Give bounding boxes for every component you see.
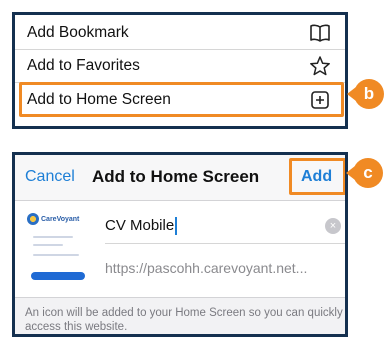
- star-icon: [309, 55, 331, 77]
- thumbnail-text-line: [33, 236, 73, 238]
- plus-square-icon: [309, 89, 331, 111]
- thumbnail-text-line: [33, 254, 79, 256]
- shortcut-form: CareVoyant CV Mobile × https://pascohh.c…: [15, 201, 345, 298]
- thumbnail-button-shape: [31, 272, 85, 280]
- name-field-value: CV Mobile: [105, 217, 175, 234]
- menu-item-add-to-favorites[interactable]: Add to Favorites: [15, 50, 345, 83]
- callout-badge-c: c: [353, 158, 383, 188]
- thumbnail-text-line: [33, 244, 63, 246]
- book-icon: [309, 22, 331, 44]
- callout-badge-b: b: [354, 79, 384, 109]
- carevoyant-logo: CareVoyant: [27, 212, 89, 226]
- info-note: An icon will be added to your Home Scree…: [25, 307, 343, 333]
- cancel-button[interactable]: Cancel: [25, 168, 75, 186]
- menu-item-add-to-home-screen[interactable]: Add to Home Screen: [15, 83, 345, 116]
- page-title: Add to Home Screen: [92, 167, 260, 186]
- menu-item-label: Add to Home Screen: [27, 90, 171, 108]
- menu-item-add-bookmark[interactable]: Add Bookmark: [15, 17, 345, 50]
- name-field[interactable]: CV Mobile ×: [105, 208, 345, 244]
- text-cursor: [175, 216, 177, 235]
- app-thumbnail: CareVoyant: [25, 208, 91, 292]
- add-button[interactable]: Add: [301, 168, 332, 186]
- clear-icon[interactable]: ×: [325, 218, 341, 234]
- navigation-bar: Cancel Add to Home Screen Add: [15, 155, 345, 201]
- logo-mark-icon: [27, 213, 39, 225]
- add-to-home-screen-panel: Cancel Add to Home Screen Add CareVoyant…: [12, 152, 348, 337]
- menu-item-label: Add Bookmark: [27, 24, 129, 41]
- url-label: https://pascohh.carevoyant.net...: [105, 260, 308, 276]
- logo-text: CareVoyant: [41, 215, 80, 223]
- menu-item-label: Add to Favorites: [27, 57, 140, 74]
- share-menu-panel: Add Bookmark Add to Favorites Add to Hom…: [12, 12, 348, 129]
